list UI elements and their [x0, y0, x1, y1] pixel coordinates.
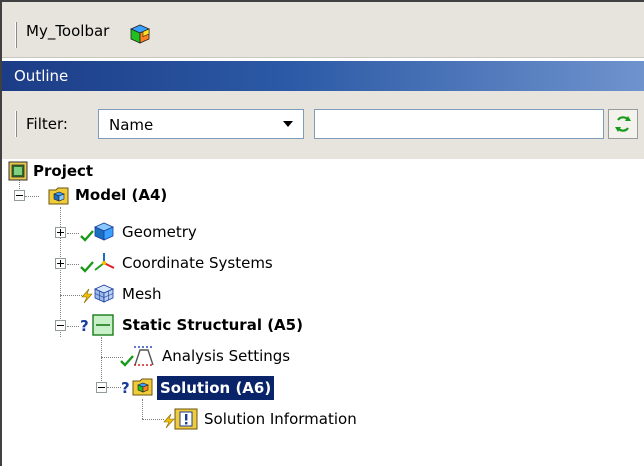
tree-item-analysis-settings[interactable]: Analysis Settings: [120, 344, 400, 370]
mesh-icon: [94, 284, 114, 303]
analysis-settings-icon: [134, 346, 154, 366]
tree-item-label: Geometry: [122, 223, 197, 241]
solution-information-icon: [174, 408, 198, 430]
tree-item-geometry[interactable]: Geometry: [80, 220, 280, 246]
tree-item-label: Solution Information: [204, 410, 357, 428]
tree-item-label: Project: [33, 162, 94, 180]
tree-item-label: Model (A4): [75, 186, 168, 204]
refresh-button[interactable]: [608, 109, 638, 139]
toolbar-title: My_Toolbar: [26, 22, 110, 40]
tree-item-label: Solution (A6): [157, 376, 275, 400]
tree-connector: [25, 196, 39, 197]
coordinate-axes-icon: [94, 253, 115, 271]
filter-bar: Filter: Name: [2, 91, 644, 159]
tree-item-solution[interactable]: ? Solution (A6): [121, 375, 361, 401]
solution-folder-icon: [132, 378, 153, 396]
project-icon: [8, 161, 28, 181]
collapse-toggle[interactable]: [96, 382, 107, 393]
question-mark-icon: ?: [80, 317, 89, 335]
outline-tree: Project Model (A4) Geometry Coordinate S…: [2, 159, 644, 466]
expand-toggle[interactable]: [55, 227, 66, 238]
question-mark-icon: ?: [121, 379, 130, 397]
collapse-toggle[interactable]: [55, 320, 66, 331]
tree-connector: [101, 337, 102, 385]
filter-label: Filter:: [26, 115, 68, 133]
tree-item-label: Static Structural (A5): [122, 316, 303, 334]
model-folder-icon: [48, 187, 69, 205]
tree-connector: [67, 264, 79, 265]
tree-item-project[interactable]: Project: [8, 159, 208, 185]
filter-type-value: Name: [109, 116, 154, 134]
tree-item-mesh[interactable]: Mesh: [80, 282, 280, 308]
filter-bar-grip[interactable]: [15, 111, 17, 137]
toolbar-grip[interactable]: [15, 22, 17, 48]
colored-cube-icon[interactable]: [128, 22, 152, 46]
collapse-toggle[interactable]: [14, 190, 25, 201]
tree-item-label: Analysis Settings: [162, 347, 291, 365]
outline-title: Outline: [14, 67, 69, 85]
tree-connector: [142, 419, 164, 420]
tree-connector: [107, 387, 121, 388]
outline-panel-header: Outline: [2, 61, 644, 91]
tree-connector: [142, 399, 143, 419]
refresh-icon: [615, 116, 631, 132]
tree-connector: [67, 326, 79, 327]
tree-item-model[interactable]: Model (A4): [48, 183, 248, 209]
custom-toolbar: My_Toolbar: [2, 2, 644, 58]
chevron-down-icon[interactable]: [279, 115, 297, 133]
tree-item-label: Coordinate Systems: [122, 254, 273, 272]
filter-type-dropdown[interactable]: Name: [98, 109, 304, 139]
static-structural-icon: [92, 314, 114, 336]
geometry-icon: [94, 222, 114, 241]
filter-text-input[interactable]: [314, 109, 604, 139]
tree-item-label: Mesh: [122, 285, 162, 303]
tree-item-solution-information[interactable]: Solution Information: [162, 407, 482, 433]
expand-toggle[interactable]: [55, 258, 66, 269]
tree-item-coordinate-systems[interactable]: Coordinate Systems: [80, 251, 340, 277]
tree-item-static-structural[interactable]: ? Static Structural (A5): [80, 313, 400, 339]
tree-connector: [67, 233, 79, 234]
